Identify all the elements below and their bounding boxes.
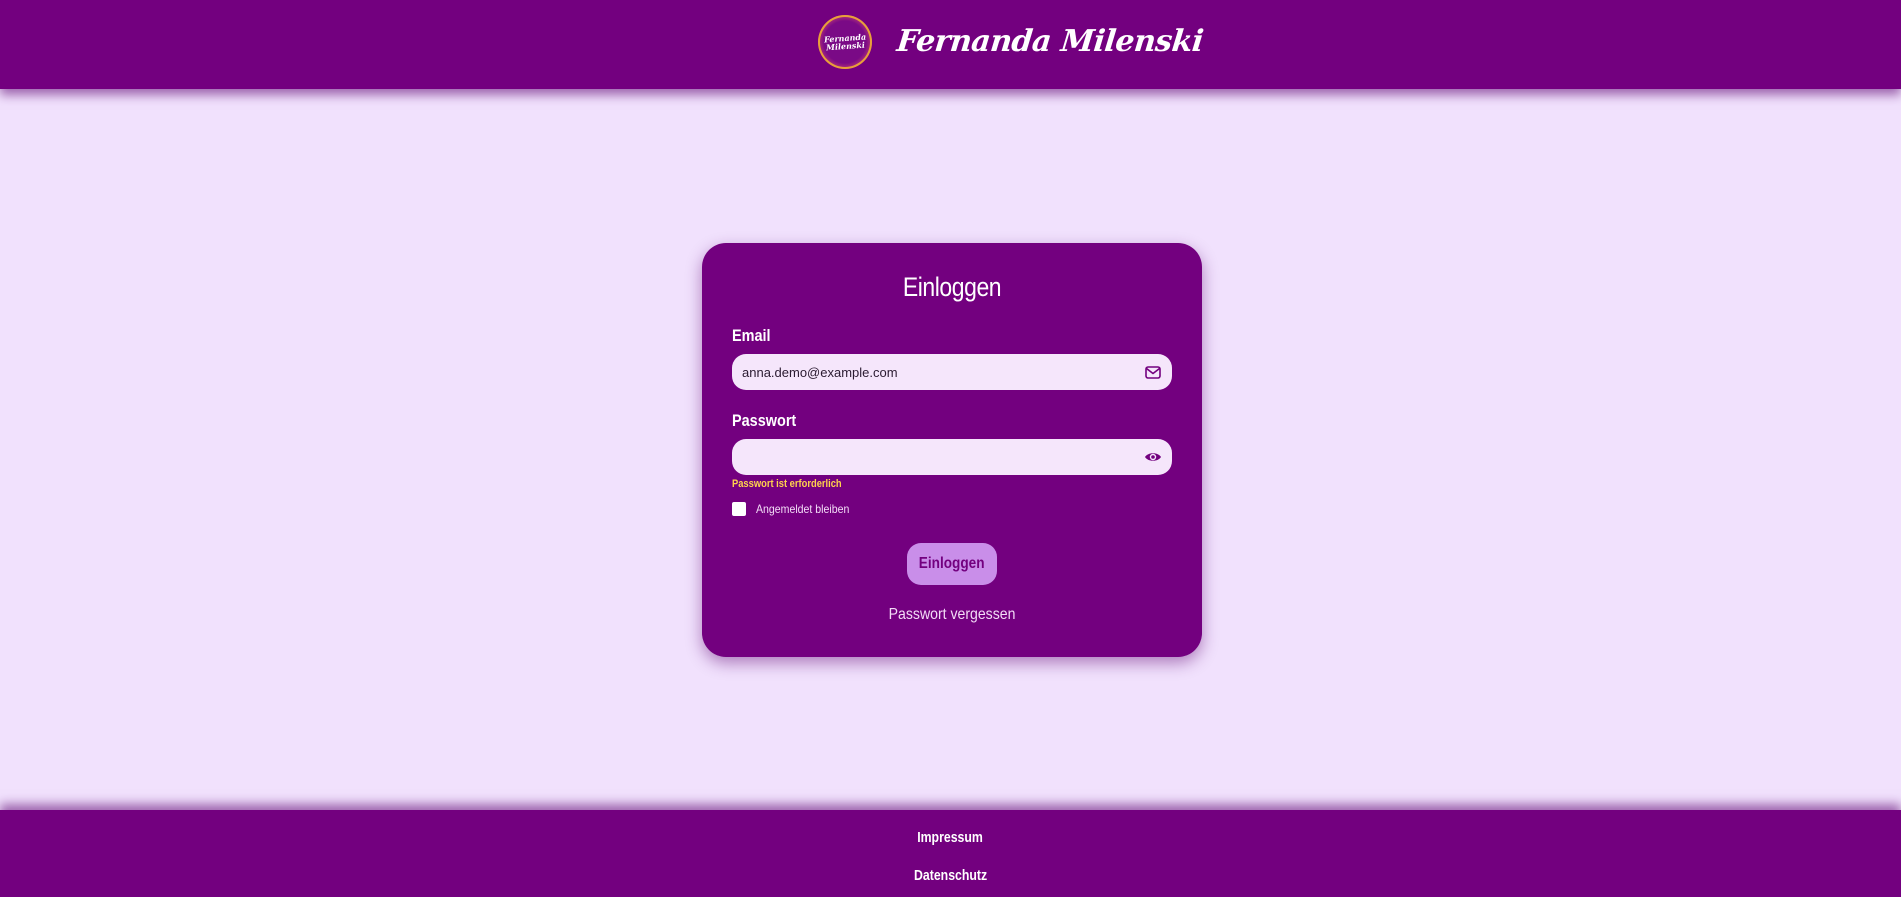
datenschutz-link[interactable]: Datenschutz xyxy=(0,866,1901,886)
mail-icon xyxy=(1144,363,1162,381)
brand-logo[interactable]: Fernanda Milenski xyxy=(818,15,872,69)
remember-me-checkbox[interactable] xyxy=(732,502,746,516)
top-header: Fernanda Milenski Fernanda Milenski xyxy=(0,0,1901,89)
password-label: Passwort xyxy=(732,411,797,430)
login-button-label: Einloggen xyxy=(919,555,985,572)
login-title: Einloggen xyxy=(902,272,1002,302)
email-field-wrapper xyxy=(732,354,1172,390)
forgot-password-label: Passwort vergessen xyxy=(888,606,1016,623)
password-input[interactable] xyxy=(742,439,1132,475)
datenschutz-label: Datenschutz xyxy=(913,867,988,884)
remember-me-label[interactable]: Angemeldet bleiben xyxy=(756,501,849,517)
remember-me-row[interactable]: Angemeldet bleiben xyxy=(732,501,862,517)
impressum-link[interactable]: Impressum xyxy=(0,828,1901,848)
footer: Impressum Datenschutz xyxy=(0,810,1901,897)
forgot-password-link[interactable]: Passwort vergessen xyxy=(702,605,1202,625)
email-input[interactable] xyxy=(742,354,1132,390)
password-field-wrapper xyxy=(732,439,1172,475)
impressum-label: Impressum xyxy=(917,829,984,846)
email-label: Email xyxy=(732,326,771,345)
password-error-message: Passwort ist erforderlich xyxy=(732,478,842,490)
login-card: Einloggen Email Passwort Passwort ist er… xyxy=(702,243,1202,657)
login-button[interactable]: Einloggen xyxy=(907,543,997,585)
brand-name[interactable]: Fernanda Milenski xyxy=(895,20,1206,64)
eye-icon[interactable] xyxy=(1144,448,1162,466)
logo-line-2: Milenski xyxy=(825,39,865,53)
